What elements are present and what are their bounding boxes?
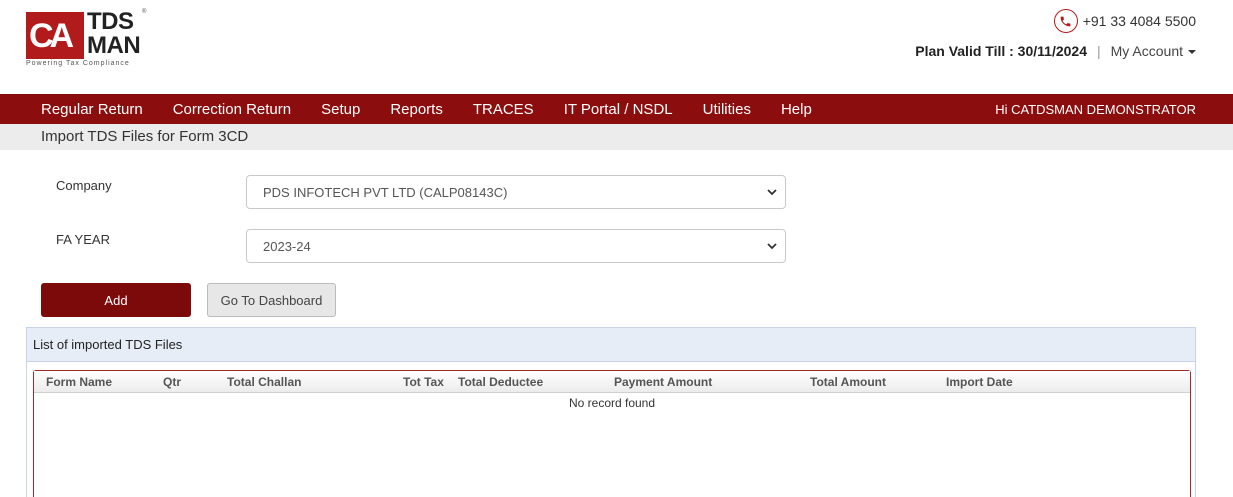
nav-help[interactable]: Help xyxy=(781,101,812,118)
column-header-import-date[interactable]: Import Date xyxy=(946,375,1013,389)
user-greeting: Hi CATDSMAN DEMONSTRATOR xyxy=(995,102,1196,117)
fa-year-label: FA YEAR xyxy=(56,232,110,247)
logo-mark-text: CA xyxy=(29,17,74,55)
tdsman-logo[interactable]: CA TDS MAN ® Powering Tax Compliance xyxy=(26,8,148,70)
column-header-total-deductee[interactable]: Total Deductee xyxy=(458,375,543,389)
chevron-down-icon xyxy=(767,243,777,250)
my-account-label: My Account xyxy=(1110,43,1183,59)
logo-text-man: MAN xyxy=(87,32,141,59)
company-select[interactable]: PDS INFOTECH PVT LTD (CALP08143C) xyxy=(246,175,786,209)
fa-year-select[interactable]: 2023-24 xyxy=(246,229,786,263)
grid-header: Form Name Qtr Total Challan Tot Tax Tota… xyxy=(34,371,1190,393)
nav-traces[interactable]: TRACES xyxy=(473,101,534,118)
column-header-total-amount[interactable]: Total Amount xyxy=(810,375,886,389)
go-to-dashboard-button[interactable]: Go To Dashboard xyxy=(207,283,336,317)
phone-number: +91 33 4084 5500 xyxy=(1082,13,1196,29)
plan-info: Plan Valid Till : 30/11/2024 | My Accoun… xyxy=(915,43,1196,59)
column-header-qtr[interactable]: Qtr xyxy=(163,375,181,389)
phone-icon xyxy=(1053,9,1078,33)
contact-phone: +91 33 4084 5500 xyxy=(1053,9,1196,33)
company-label: Company xyxy=(56,178,112,193)
imported-files-panel: List of imported TDS Files Form Name Qtr… xyxy=(26,327,1196,497)
column-header-payment-amount[interactable]: Payment Amount xyxy=(614,375,712,389)
nav-it-portal-nsdl[interactable]: IT Portal / NSDL xyxy=(564,101,673,118)
nav-correction-return[interactable]: Correction Return xyxy=(173,101,291,118)
page-title: Import TDS Files for Form 3CD xyxy=(41,128,249,145)
caret-down-icon xyxy=(1188,50,1196,55)
panel-title: List of imported TDS Files xyxy=(27,328,1195,362)
empty-state-message: No record found xyxy=(568,396,656,410)
main-nav: Regular Return Correction Return Setup R… xyxy=(0,94,1233,124)
fa-year-select-value: 2023-24 xyxy=(263,238,311,254)
company-select-value: PDS INFOTECH PVT LTD (CALP08143C) xyxy=(263,184,508,200)
plan-valid-till: Plan Valid Till : 30/11/2024 xyxy=(915,43,1087,59)
chevron-down-icon xyxy=(767,189,777,196)
page-title-bar: Import TDS Files for Form 3CD xyxy=(0,124,1233,150)
logo-mark: CA xyxy=(26,12,84,59)
header-separator: | xyxy=(1096,43,1101,59)
nav-utilities[interactable]: Utilities xyxy=(703,101,751,118)
nav-reports[interactable]: Reports xyxy=(390,101,443,118)
nav-regular-return[interactable]: Regular Return xyxy=(41,101,143,118)
imported-files-grid: Form Name Qtr Total Challan Tot Tax Tota… xyxy=(33,370,1191,497)
my-account-dropdown[interactable]: My Account xyxy=(1111,43,1196,59)
logo-tagline: Powering Tax Compliance xyxy=(26,60,130,67)
add-button[interactable]: Add xyxy=(41,283,191,317)
column-header-tot-tax[interactable]: Tot Tax xyxy=(403,375,444,389)
column-header-total-challan[interactable]: Total Challan xyxy=(227,375,301,389)
nav-setup[interactable]: Setup xyxy=(321,101,360,118)
registered-mark: ® xyxy=(142,9,147,15)
column-header-form-name[interactable]: Form Name xyxy=(46,375,112,389)
logo-text-tds: TDS xyxy=(87,8,134,35)
